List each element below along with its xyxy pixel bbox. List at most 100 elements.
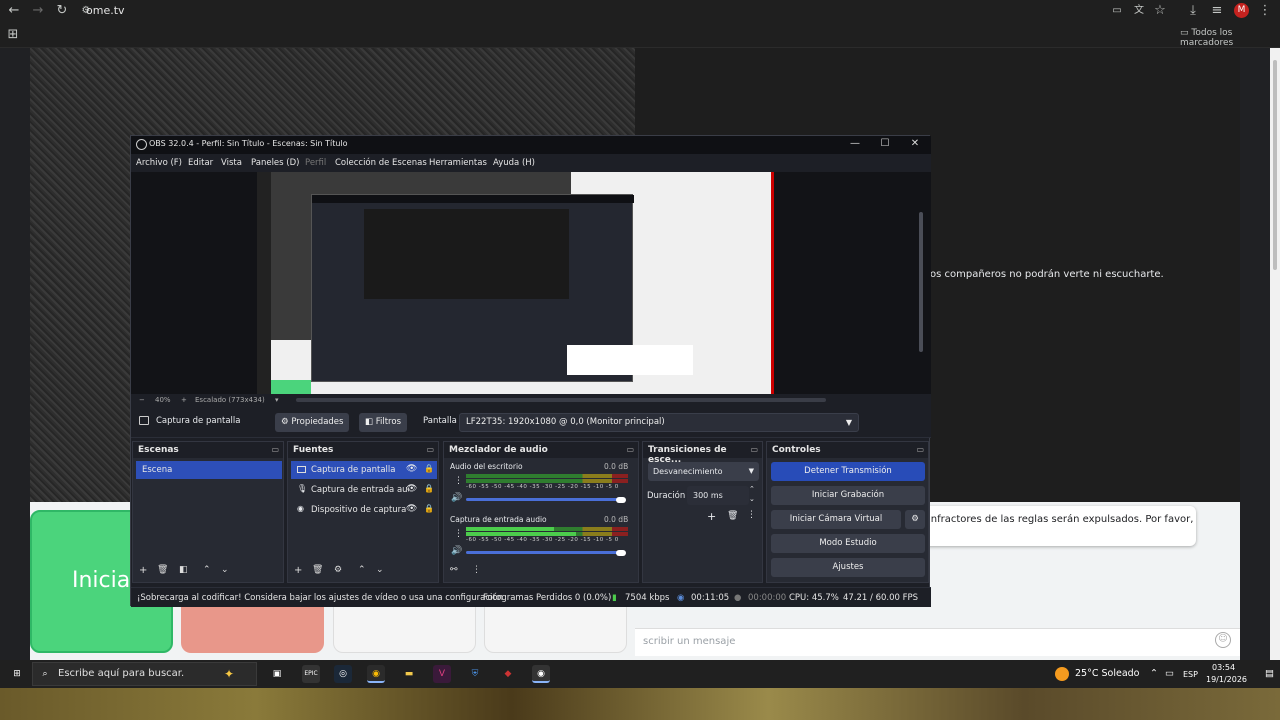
task-view-icon[interactable]: ▣ <box>268 665 286 683</box>
add-icon[interactable]: + <box>707 510 716 523</box>
dock-icon[interactable]: ▭ <box>271 445 279 454</box>
lock-icon[interactable]: 🔒 <box>424 504 434 513</box>
menu-vista[interactable]: Vista <box>221 158 242 168</box>
menu-archivo[interactable]: Archivo (F) <box>136 158 182 168</box>
lock-icon[interactable]: 🔒 <box>424 484 434 493</box>
volume-knob[interactable] <box>616 550 626 556</box>
scaling-dropdown-icon[interactable]: ▾ <box>275 396 279 404</box>
virtual-camera-settings-button[interactable]: ⚙ <box>905 510 925 529</box>
menu-ayuda[interactable]: Ayuda (H) <box>493 158 535 168</box>
menu-perfil[interactable]: Perfil <box>305 158 326 168</box>
trash-icon[interactable]: 🗑 <box>312 565 323 575</box>
lock-icon[interactable]: 🔒 <box>424 464 434 473</box>
apps-grid-icon[interactable]: ⊞ <box>4 26 22 44</box>
windows-start-icon[interactable]: ⊞ <box>8 665 26 683</box>
page-scrollbar-thumb[interactable] <box>1273 60 1277 270</box>
reload-icon[interactable]: ↻ <box>53 2 71 20</box>
minimize-icon[interactable]: — <box>845 138 865 149</box>
menu-coleccion[interactable]: Colección de Escenas <box>335 158 427 168</box>
clock-time[interactable]: 03:54 <box>1212 663 1235 672</box>
translate-icon[interactable]: 文 <box>1130 2 1148 20</box>
bookmark-star-icon[interactable]: ☆ <box>1151 2 1169 20</box>
trash-icon[interactable]: 🗑 <box>157 565 168 575</box>
menu-paneles[interactable]: Paneles (D) <box>251 158 299 168</box>
volume-knob[interactable] <box>616 497 626 503</box>
source-item[interactable]: Captura de entrada aud <box>291 481 409 499</box>
obs-taskbar-icon[interactable]: ◉ <box>532 665 550 683</box>
eye-icon[interactable]: 👁 <box>406 484 417 494</box>
app-icon[interactable]: V <box>433 665 451 683</box>
move-up-icon[interactable]: ⌃ <box>203 565 211 575</box>
back-icon[interactable]: ← <box>5 2 23 20</box>
weather-text[interactable]: 25°C Soleado <box>1075 668 1139 679</box>
notifications-icon[interactable]: ▤ <box>1265 668 1274 679</box>
tray-overflow-icon[interactable]: ⌃ <box>1150 668 1158 679</box>
clock-date[interactable]: 19/1/2026 <box>1206 675 1247 684</box>
menu-dots-icon[interactable]: ⋮ <box>747 510 756 520</box>
game-icon[interactable]: ◆ <box>499 665 517 683</box>
menu-editar[interactable]: Editar <box>188 158 213 168</box>
preview-hscrollbar[interactable] <box>296 398 826 402</box>
copilot-sparkle-icon[interactable]: ✦ <box>220 665 238 683</box>
speaker-icon[interactable]: 🔊 <box>451 493 462 503</box>
advanced-audio-icon[interactable]: ⚯ <box>450 565 458 575</box>
source-item[interactable]: Dispositivo de captura <box>291 501 409 519</box>
scene-item[interactable]: Escena <box>136 461 282 479</box>
duration-input[interactable]: 300 ms <box>687 486 749 505</box>
gear-icon[interactable]: ⚙ <box>334 565 342 575</box>
close-icon[interactable]: ✕ <box>905 138 925 149</box>
chrome-icon[interactable]: ◉ <box>367 665 385 683</box>
dock-icon[interactable]: ▭ <box>426 445 434 454</box>
stop-streaming-button[interactable]: Detener Transmisión <box>771 462 925 481</box>
obs-titlebar[interactable]: OBS 32.0.4 - Perfil: Sin Título - Escena… <box>131 136 931 154</box>
cast-icon[interactable]: ▭ <box>1108 2 1126 20</box>
language-indicator[interactable]: ESP <box>1183 670 1198 679</box>
volume-slider[interactable] <box>466 498 624 501</box>
profile-avatar[interactable]: M <box>1234 3 1249 18</box>
zoom-out-icon[interactable]: − <box>139 396 145 404</box>
filters-button[interactable]: ◧ Filtros <box>359 413 407 432</box>
add-icon[interactable]: + <box>294 565 302 576</box>
dock-icon[interactable]: ▭ <box>750 445 758 454</box>
properties-button[interactable]: ⚙ Propiedades <box>275 413 350 432</box>
all-bookmarks-button[interactable]: ▭ Todos los marcadores <box>1180 28 1280 48</box>
download-icon[interactable]: ⤓ <box>1184 2 1202 20</box>
maximize-icon[interactable]: ☐ <box>875 138 895 149</box>
menu-icon[interactable]: ⋮ <box>1256 2 1274 20</box>
epic-games-icon[interactable]: EPIC <box>302 665 320 683</box>
spin-up-icon[interactable]: ⌃ <box>749 485 755 493</box>
menu-herramientas[interactable]: Herramientas <box>429 158 487 168</box>
dock-icon[interactable]: ▭ <box>916 445 924 454</box>
file-explorer-icon[interactable]: ▬ <box>400 665 418 683</box>
menu-dots-icon[interactable]: ⋮ <box>472 565 481 575</box>
display-select[interactable]: LF22T35: 1920x1080 @ 0,0 (Monitor princi… <box>459 413 859 432</box>
spin-down-icon[interactable]: ⌄ <box>749 495 755 503</box>
steam-icon[interactable]: ◎ <box>334 665 352 683</box>
emoji-icon[interactable]: ☺ <box>1215 632 1231 648</box>
zoom-in-icon[interactable]: + <box>181 396 187 404</box>
speaker-icon[interactable]: 🔊 <box>451 546 462 556</box>
start-virtual-camera-button[interactable]: Iniciar Cámara Virtual <box>771 510 901 529</box>
network-icon[interactable]: ▭ <box>1165 668 1174 679</box>
weather-icon[interactable] <box>1055 667 1069 681</box>
start-recording-button[interactable]: Iniciar Grabación <box>771 486 925 505</box>
reading-list-icon[interactable]: ≡ <box>1208 2 1226 20</box>
channel-menu-icon[interactable]: ⋮ <box>454 476 463 486</box>
trash-icon[interactable]: 🗑 <box>727 511 738 521</box>
shield-icon[interactable]: ⛨ <box>466 665 484 683</box>
obs-preview[interactable] <box>131 172 931 394</box>
volume-slider[interactable] <box>466 551 624 554</box>
move-down-icon[interactable]: ⌄ <box>376 565 384 575</box>
dock-icon[interactable]: ▭ <box>626 445 634 454</box>
eye-icon[interactable]: 👁 <box>406 464 417 474</box>
address-bar[interactable]: ome.tv <box>86 1 125 21</box>
filter-icon[interactable]: ◧ <box>179 565 188 575</box>
transition-select[interactable]: Desvanecimiento ▼ <box>648 462 759 481</box>
studio-mode-button[interactable]: Modo Estudio <box>771 534 925 553</box>
settings-button[interactable]: Ajustes <box>771 558 925 577</box>
eye-icon[interactable]: 👁 <box>406 504 417 514</box>
preview-scrollbar[interactable] <box>919 212 923 352</box>
forward-icon[interactable]: → <box>29 2 47 20</box>
move-up-icon[interactable]: ⌃ <box>358 565 366 575</box>
channel-menu-icon[interactable]: ⋮ <box>454 529 463 539</box>
